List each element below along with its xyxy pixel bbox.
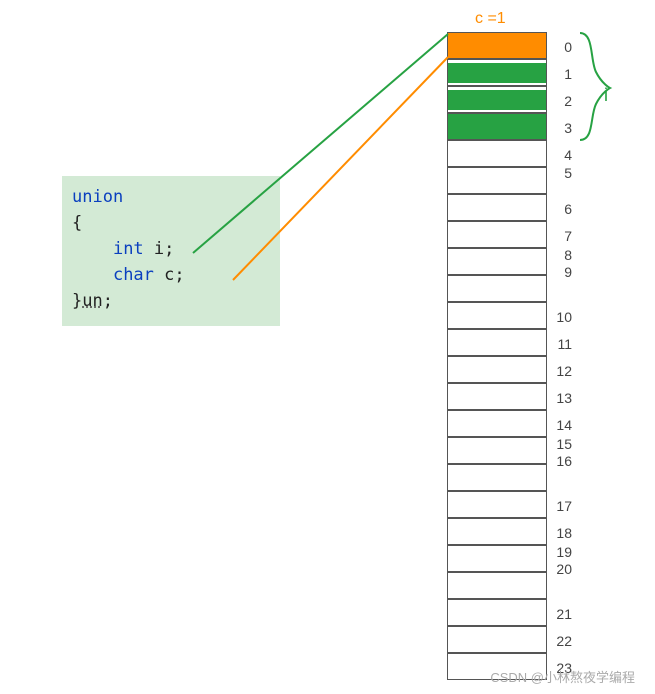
byte-cell-18: 18 bbox=[447, 518, 547, 545]
brace-close: } bbox=[72, 291, 82, 311]
byte-cell-1: 1 bbox=[447, 59, 547, 86]
byte-cell-2: 2 bbox=[447, 86, 547, 113]
keyword-char: char bbox=[113, 265, 154, 285]
byte-cell-17: 17 bbox=[447, 491, 547, 518]
i-bracket-label: i bbox=[604, 85, 608, 106]
var-c: c bbox=[154, 265, 174, 285]
byte-cell-16: 16 bbox=[447, 464, 547, 491]
brace-open: { bbox=[72, 213, 82, 233]
watermark: CSDN @小林熬夜学编程 bbox=[490, 667, 635, 686]
byte-cell-11: 11 bbox=[447, 329, 547, 356]
var-i: i bbox=[144, 239, 164, 259]
byte-cell-3: 3 bbox=[447, 113, 547, 140]
byte-cell-0: 0 bbox=[447, 32, 547, 59]
byte-cell-13: 13 bbox=[447, 383, 547, 410]
byte-cell-12: 12 bbox=[447, 356, 547, 383]
byte-cell-14: 14 bbox=[447, 410, 547, 437]
byte-cell-19: 19 bbox=[447, 545, 547, 572]
byte-cell-4: 4 bbox=[447, 140, 547, 167]
keyword-union: union bbox=[72, 187, 123, 207]
byte-cell-5: 5 bbox=[447, 167, 547, 194]
byte-cell-9: 9 bbox=[447, 275, 547, 302]
memory-column: 0 1 2 3 4 5 6 7 8 9 10 11 12 13 14 15 16… bbox=[447, 32, 547, 680]
byte-cell-22: 22 bbox=[447, 626, 547, 653]
byte-cell-15: 15 bbox=[447, 437, 547, 464]
byte-cell-10: 10 bbox=[447, 302, 547, 329]
byte-cell-7: 7 bbox=[447, 221, 547, 248]
var-un: un bbox=[82, 291, 102, 311]
byte-cell-6: 6 bbox=[447, 194, 547, 221]
code-block: union { int i; char c; }un; bbox=[62, 176, 280, 326]
byte-cell-20: 20 bbox=[447, 572, 547, 599]
keyword-int: int bbox=[113, 239, 144, 259]
c-equals-label: c =1 bbox=[475, 10, 506, 28]
byte-cell-8: 8 bbox=[447, 248, 547, 275]
byte-cell-21: 21 bbox=[447, 599, 547, 626]
